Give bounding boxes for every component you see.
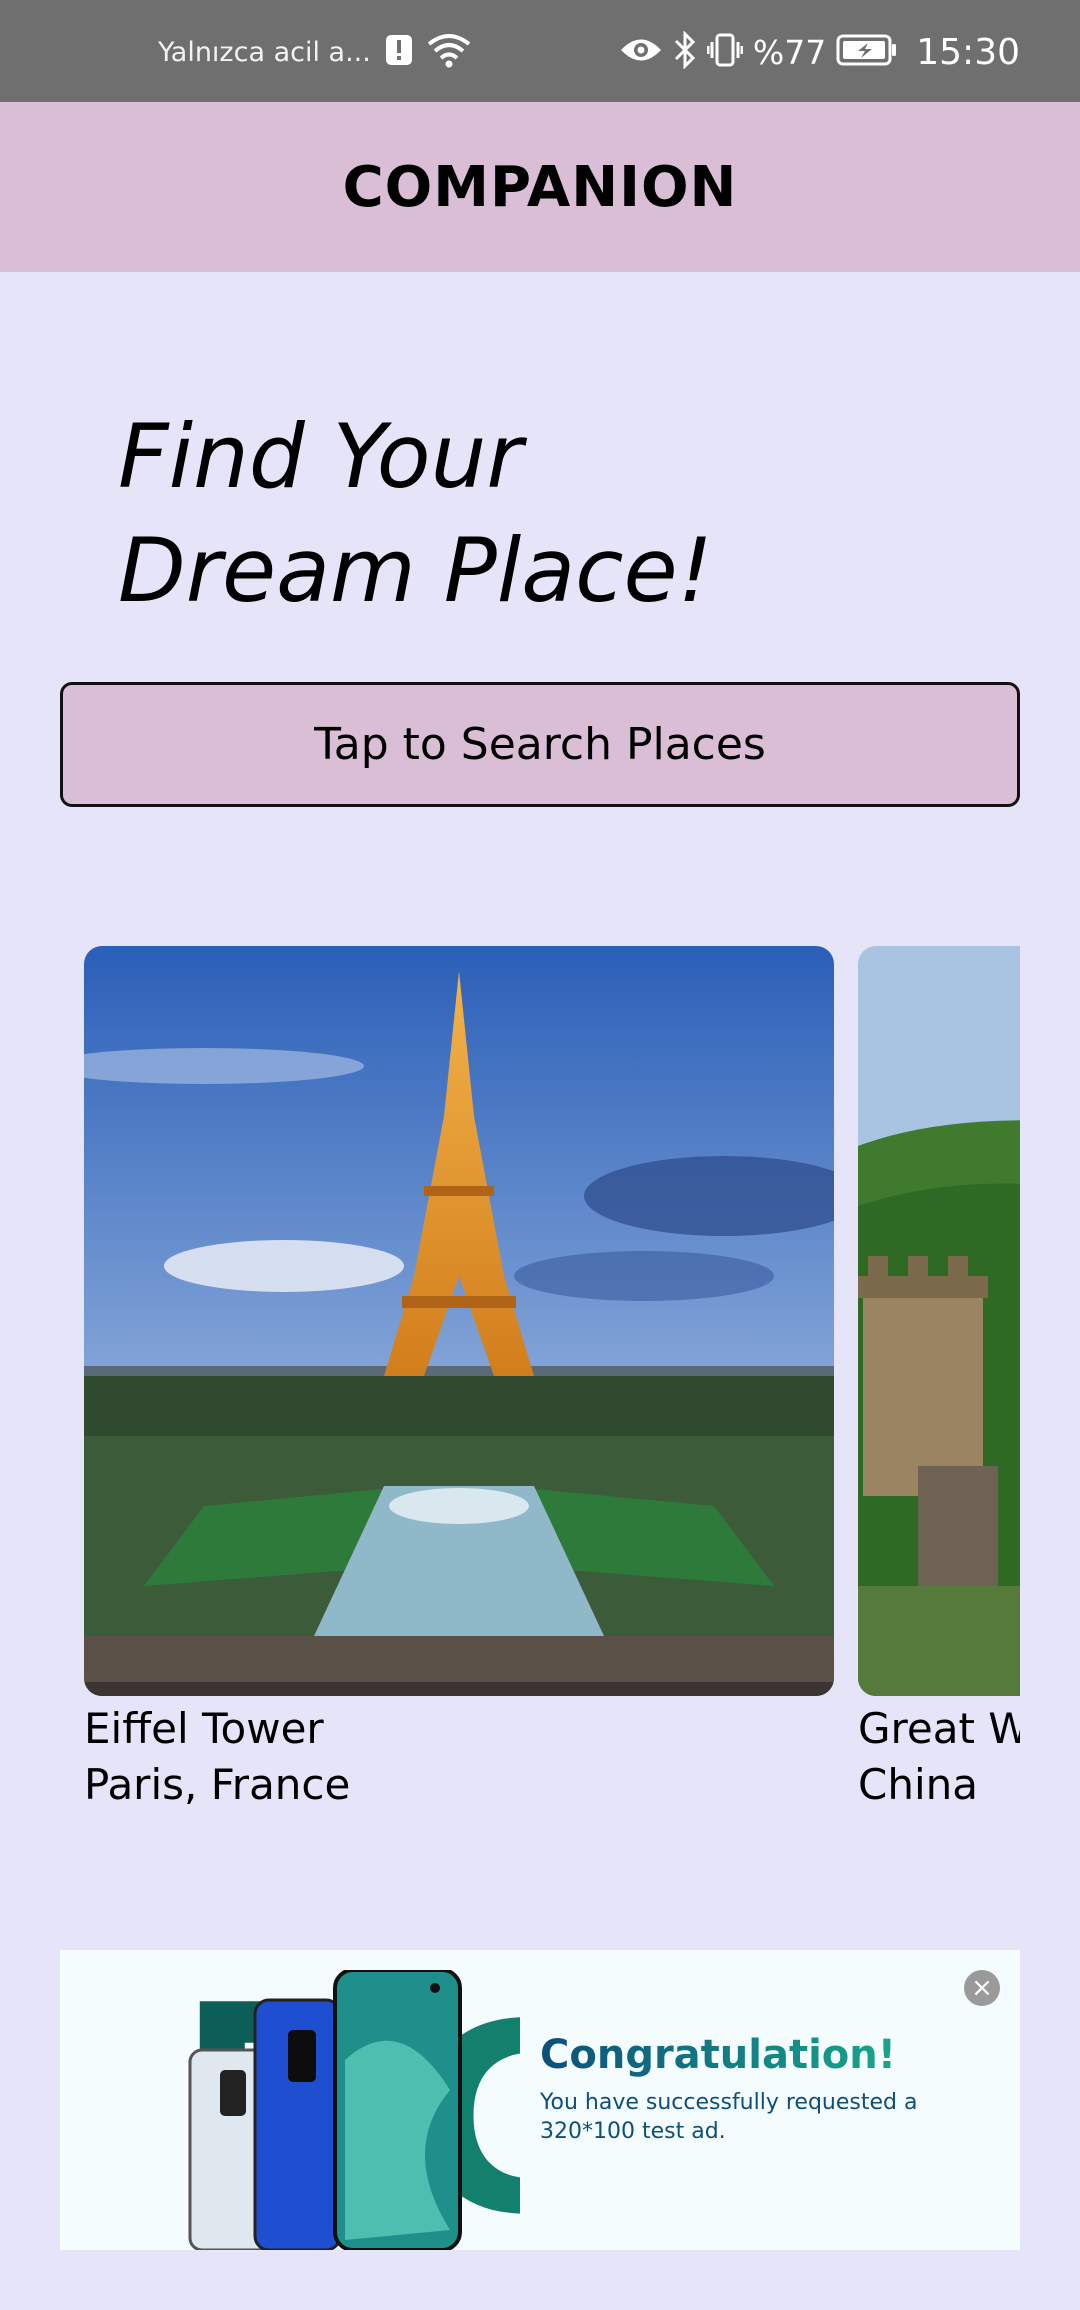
eye-icon <box>619 35 663 69</box>
hero-line-1: Find Your <box>118 405 523 508</box>
close-ad-button[interactable]: × <box>964 1970 1000 2006</box>
place-image-great-wall[interactable] <box>858 946 1020 1696</box>
ad-body-text: You have successfully requested a 320*10… <box>540 2090 918 2144</box>
bluetooth-icon <box>673 30 697 73</box>
status-bar-right: %77 15:30 <box>619 28 1020 76</box>
place-location: China <box>858 1760 978 1809</box>
app-title: COMPANION <box>342 154 738 220</box>
place-image-eiffel[interactable] <box>84 946 834 1696</box>
vibrate-icon <box>706 32 744 72</box>
places-carousel[interactable]: Eiffel Tower Paris, France Great Wall Ch… <box>0 946 1020 1826</box>
wifi-icon <box>427 32 471 72</box>
carrier-text: Yalnızca acil a... <box>158 36 371 68</box>
ad-banner[interactable]: 5 G × Congratulation! You have successfu… <box>60 1950 1020 2250</box>
phone-ad-image: 5 G <box>168 1970 520 2250</box>
search-places-button[interactable]: Tap to Search Places <box>60 682 1020 807</box>
clock: 15:30 <box>916 31 1020 73</box>
search-places-label: Tap to Search Places <box>314 719 766 770</box>
status-bar: Yalnızca acil a... %77 15:30 <box>0 0 1080 102</box>
battery-percent: %77 <box>752 32 827 72</box>
hero-line-2: Dream Place! <box>118 519 713 622</box>
place-name: Great Wall <box>858 1704 1020 1753</box>
alert-icon <box>385 34 413 70</box>
place-location: Paris, France <box>84 1760 351 1809</box>
close-icon: × <box>971 1973 993 2003</box>
app-bar: COMPANION <box>0 102 1080 272</box>
hero-heading: Find Your Dream Place! <box>118 400 918 628</box>
place-name: Eiffel Tower <box>84 1704 324 1753</box>
ad-headline: Congratulation! <box>540 2032 896 2078</box>
battery-icon <box>836 34 898 70</box>
status-bar-left: Yalnızca acil a... <box>158 30 471 74</box>
